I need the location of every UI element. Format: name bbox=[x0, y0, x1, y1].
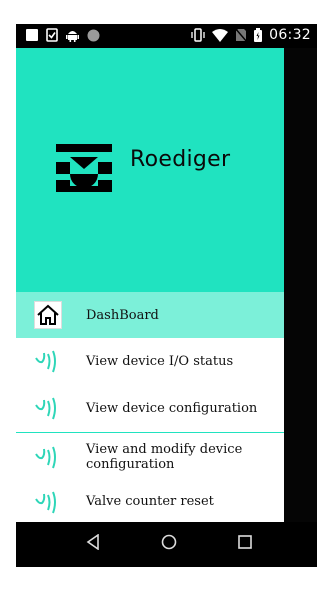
notification-square-icon bbox=[26, 29, 38, 41]
menu-item-label: Valve counter reset bbox=[86, 494, 214, 509]
status-time: 06:32 bbox=[269, 27, 311, 43]
menu-item-label: View device I/O status bbox=[86, 353, 234, 369]
status-notifications bbox=[26, 28, 100, 42]
navigation-drawer: Roediger DashBoard View device I/O statu… bbox=[16, 48, 284, 522]
battery-icon bbox=[254, 28, 263, 42]
nfc-wave-icon bbox=[35, 397, 56, 420]
back-icon[interactable] bbox=[86, 534, 100, 550]
home-circle-icon[interactable] bbox=[161, 534, 177, 550]
recents-icon[interactable] bbox=[238, 534, 252, 550]
clipboard-check-icon bbox=[46, 28, 58, 42]
phone-screen: 06:32 Roediger DashBoard View device I/O… bbox=[16, 24, 317, 567]
menu-item-label: View device configuration bbox=[86, 400, 258, 416]
nfc-wave-icon bbox=[35, 491, 56, 514]
circle-dot-icon bbox=[87, 29, 100, 41]
brand-name: Roediger bbox=[130, 147, 231, 172]
status-system: 06:32 bbox=[191, 27, 311, 43]
menu-item-view-io-status[interactable]: View device I/O status bbox=[16, 338, 284, 384]
nfc-wave-icon bbox=[35, 350, 56, 373]
android-icon bbox=[66, 31, 79, 42]
menu-item-label: View and modify device configuration bbox=[86, 442, 243, 472]
menu-item-modify-configuration[interactable]: View and modify device configuration bbox=[16, 433, 284, 481]
wifi-icon bbox=[212, 28, 229, 42]
no-sim-icon bbox=[235, 28, 248, 42]
menu-item-dashboard[interactable]: DashBoard bbox=[16, 292, 284, 338]
nfc-wave-icon bbox=[35, 446, 56, 469]
drawer-header: Roediger bbox=[16, 48, 284, 292]
menu-item-view-configuration[interactable]: View device configuration bbox=[16, 384, 284, 432]
status-bar: 06:32 bbox=[16, 24, 317, 48]
menu-item-label: DashBoard bbox=[86, 307, 159, 323]
vibrate-icon bbox=[191, 28, 205, 42]
home-icon bbox=[34, 301, 62, 329]
roediger-logo-icon bbox=[56, 144, 112, 192]
drawer-scrim[interactable] bbox=[284, 48, 317, 522]
menu-item-valve-counter-reset[interactable]: Valve counter reset bbox=[16, 481, 284, 522]
system-nav-bar bbox=[16, 522, 317, 567]
